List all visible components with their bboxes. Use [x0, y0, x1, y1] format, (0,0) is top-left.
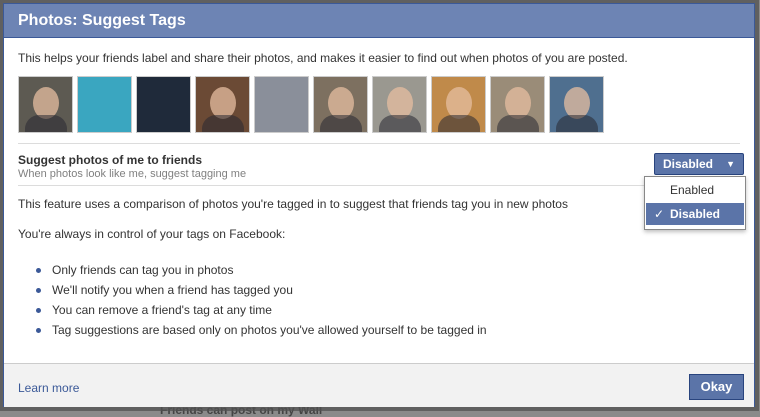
privacy-select-button[interactable]: Disabled ▼ [654, 153, 744, 175]
privacy-dropdown-menu: Enabled ✓ Disabled [644, 176, 746, 230]
photo-thumbnail [77, 76, 132, 133]
bullet-dot-icon [36, 308, 41, 313]
okay-button[interactable]: Okay [689, 374, 744, 400]
photo-strip [18, 76, 604, 133]
option-enabled[interactable]: Enabled [646, 179, 744, 201]
bullet-item: Only friends can tag you in photos [34, 262, 487, 282]
setting-title: Suggest photos of me to friends [18, 153, 203, 167]
suggest-tags-dialog: Photos: Suggest Tags This helps your fri… [3, 3, 755, 407]
intro-text: This helps your friends label and share … [18, 51, 628, 65]
learn-more-link[interactable]: Learn more [18, 381, 79, 395]
select-value: Disabled [663, 157, 714, 171]
photo-thumbnail [195, 76, 250, 133]
photo-thumbnail [372, 76, 427, 133]
info-bullet-list: Only friends can tag you in photos We'll… [34, 262, 487, 342]
bullet-dot-icon [36, 288, 41, 293]
photo-thumbnail [313, 76, 368, 133]
divider [18, 143, 740, 144]
checkmark-icon: ✓ [654, 207, 665, 221]
chevron-down-icon: ▼ [726, 159, 735, 169]
setting-subtitle: When photos look like me, suggest taggin… [18, 168, 247, 180]
bullet-item: Tag suggestions are based only on photos… [34, 322, 487, 342]
photo-thumbnail [254, 76, 309, 133]
photo-thumbnail [136, 76, 191, 133]
photo-thumbnail [549, 76, 604, 133]
dialog-title: Photos: Suggest Tags [4, 4, 754, 38]
bullet-dot-icon [36, 328, 41, 333]
bullet-dot-icon [36, 268, 41, 273]
feature-description: This feature uses a comparison of photos… [18, 197, 568, 211]
bullet-item: We'll notify you when a friend has tagge… [34, 282, 487, 302]
control-text: You're always in control of your tags on… [18, 227, 286, 241]
photo-thumbnail [431, 76, 486, 133]
bullet-item: You can remove a friend's tag at any tim… [34, 302, 487, 322]
dialog-footer: Learn more Okay [4, 363, 754, 407]
photo-thumbnail [490, 76, 545, 133]
option-disabled[interactable]: ✓ Disabled [646, 203, 744, 225]
photo-thumbnail [18, 76, 73, 133]
divider [18, 185, 740, 186]
